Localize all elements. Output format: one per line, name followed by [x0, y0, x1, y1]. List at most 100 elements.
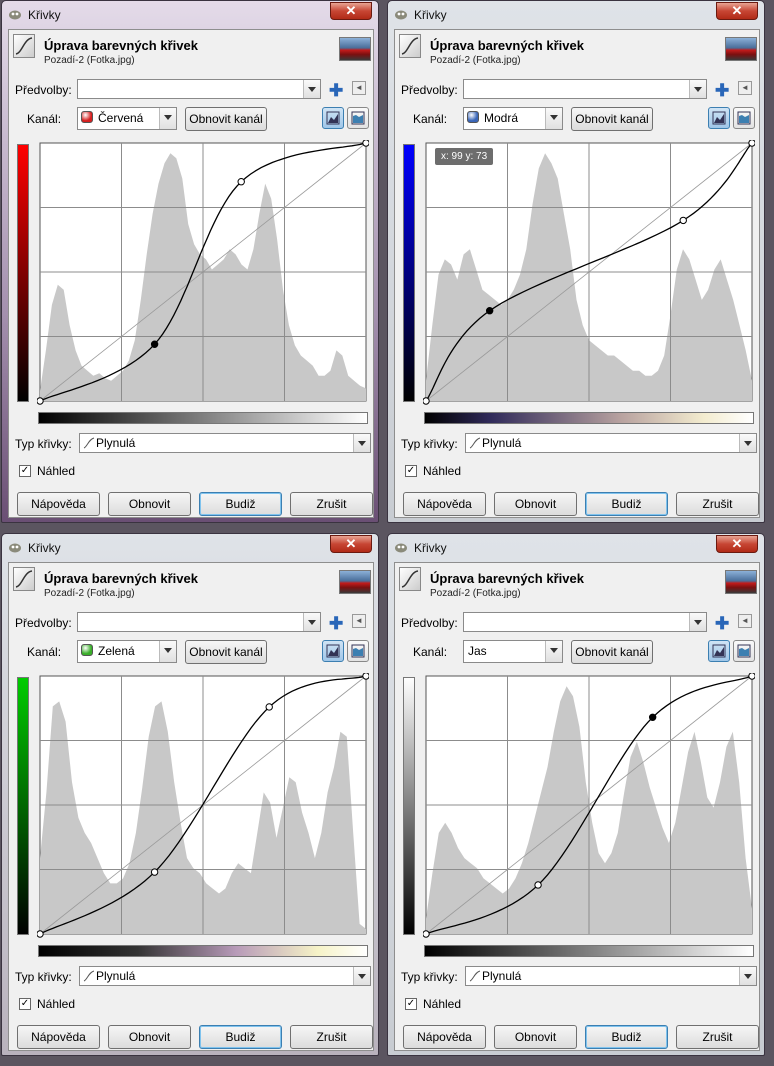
cancel-button[interactable]: Zrušit	[676, 492, 759, 516]
title-bar[interactable]: Křivky ✕	[2, 1, 378, 29]
curve-control-point[interactable]	[423, 397, 430, 405]
presets-combo[interactable]	[77, 79, 321, 99]
curves-window: Křivky ✕ Úprava barevných křivek Pozadí-…	[1, 0, 379, 523]
chevron-down-icon[interactable]	[689, 613, 706, 631]
curve-type-combo[interactable]: Plynulá	[79, 966, 371, 986]
reset-channel-button[interactable]: Obnovit kanál	[571, 107, 653, 131]
chevron-down-icon[interactable]	[303, 80, 320, 98]
channel-combo[interactable]: Červená	[77, 107, 177, 130]
help-button[interactable]: Nápověda	[17, 492, 100, 516]
curve-control-point[interactable]	[362, 140, 369, 147]
preview-checkbox[interactable]: ✓	[405, 998, 417, 1010]
curve-control-point[interactable]	[648, 713, 657, 721]
reset-channel-button[interactable]: Obnovit kanál	[571, 640, 653, 664]
help-button[interactable]: Nápověda	[403, 1025, 486, 1049]
log-histogram-toggle[interactable]	[347, 640, 369, 662]
preview-checkbox[interactable]: ✓	[405, 465, 417, 477]
chevron-down-icon[interactable]	[739, 434, 756, 452]
curve-control-point[interactable]	[362, 673, 369, 680]
chevron-down-icon[interactable]	[545, 108, 562, 129]
reset-button[interactable]: Obnovit	[108, 1025, 191, 1049]
curve-type-combo[interactable]: Plynulá	[465, 433, 757, 453]
title-bar[interactable]: Křivky ✕	[2, 534, 378, 562]
channel-combo[interactable]: Zelená	[77, 640, 177, 663]
cancel-button[interactable]: Zrušit	[290, 492, 373, 516]
linear-histogram-toggle[interactable]	[708, 640, 730, 662]
title-bar[interactable]: Křivky ✕	[388, 1, 764, 29]
curve-type-label: Typ křivky:	[15, 437, 72, 451]
add-preset-icon[interactable]: ✚	[715, 81, 729, 101]
chevron-down-icon[interactable]	[739, 967, 756, 985]
curve-control-point[interactable]	[265, 703, 273, 711]
ok-button[interactable]: Budiž	[585, 1025, 668, 1049]
input-gradient-bar	[38, 945, 368, 957]
linear-histogram-toggle[interactable]	[708, 107, 730, 129]
close-button[interactable]: ✕	[716, 535, 758, 553]
add-preset-icon[interactable]: ✚	[329, 81, 343, 101]
preset-menu-icon[interactable]: ◄	[352, 81, 366, 95]
chevron-down-icon[interactable]	[303, 613, 320, 631]
log-histogram-toggle[interactable]	[347, 107, 369, 129]
curve-control-point[interactable]	[150, 340, 159, 348]
reset-channel-button[interactable]: Obnovit kanál	[185, 107, 267, 131]
title-bar[interactable]: Křivky ✕	[388, 534, 764, 562]
curve-type-combo[interactable]: Plynulá	[79, 433, 371, 453]
curve-graph[interactable]	[37, 673, 369, 939]
curve-control-point[interactable]	[37, 397, 44, 405]
add-preset-icon[interactable]: ✚	[715, 614, 729, 634]
ok-button[interactable]: Budiž	[199, 1025, 282, 1049]
preview-checkbox[interactable]: ✓	[19, 465, 31, 477]
preview-checkbox[interactable]: ✓	[19, 998, 31, 1010]
preset-menu-icon[interactable]: ◄	[738, 81, 752, 95]
curve-control-point[interactable]	[748, 673, 755, 680]
window-title: Křivky	[28, 541, 61, 555]
reset-button[interactable]: Obnovit	[108, 492, 191, 516]
chevron-down-icon[interactable]	[353, 434, 370, 452]
presets-combo[interactable]	[463, 612, 707, 632]
help-button[interactable]: Nápověda	[403, 492, 486, 516]
curve-control-point[interactable]	[485, 307, 494, 315]
reset-button[interactable]: Obnovit	[494, 1025, 577, 1049]
cancel-button[interactable]: Zrušit	[290, 1025, 373, 1049]
reset-channel-button[interactable]: Obnovit kanál	[185, 640, 267, 664]
curve-type-combo[interactable]: Plynulá	[465, 966, 757, 986]
reset-button[interactable]: Obnovit	[494, 492, 577, 516]
presets-combo[interactable]	[463, 79, 707, 99]
add-preset-icon[interactable]: ✚	[329, 614, 343, 634]
preview-label: Náhled	[37, 464, 76, 478]
gimp-icon	[9, 543, 21, 553]
ok-button[interactable]: Budiž	[585, 492, 668, 516]
curve-control-point[interactable]	[679, 216, 687, 225]
close-button[interactable]: ✕	[330, 535, 372, 553]
curve-control-point[interactable]	[423, 930, 430, 938]
ok-button[interactable]: Budiž	[199, 492, 282, 516]
curve-control-point[interactable]	[150, 868, 159, 876]
curve-control-point[interactable]	[37, 930, 44, 938]
curve-control-point[interactable]	[534, 881, 542, 889]
preset-menu-icon[interactable]: ◄	[352, 614, 366, 628]
curve-graph[interactable]	[423, 140, 755, 406]
curve-control-point[interactable]	[237, 178, 245, 186]
curve-graph[interactable]	[423, 673, 755, 939]
smooth-curve-icon	[469, 970, 481, 982]
chevron-down-icon[interactable]	[159, 641, 176, 662]
chevron-down-icon[interactable]	[689, 80, 706, 98]
help-button[interactable]: Nápověda	[17, 1025, 100, 1049]
log-histogram-toggle[interactable]	[733, 107, 755, 129]
close-button[interactable]: ✕	[716, 2, 758, 20]
smooth-curve-icon	[83, 437, 95, 449]
linear-histogram-toggle[interactable]	[322, 640, 344, 662]
log-histogram-toggle[interactable]	[733, 640, 755, 662]
chevron-down-icon[interactable]	[159, 108, 176, 129]
close-button[interactable]: ✕	[330, 2, 372, 20]
curve-control-point[interactable]	[748, 140, 755, 147]
chevron-down-icon[interactable]	[353, 967, 370, 985]
chevron-down-icon[interactable]	[545, 641, 562, 662]
channel-combo[interactable]: Modrá	[463, 107, 563, 130]
cancel-button[interactable]: Zrušit	[676, 1025, 759, 1049]
curve-graph[interactable]	[37, 140, 369, 406]
linear-histogram-toggle[interactable]	[322, 107, 344, 129]
channel-combo[interactable]: Jas	[463, 640, 563, 663]
preset-menu-icon[interactable]: ◄	[738, 614, 752, 628]
presets-combo[interactable]	[77, 612, 321, 632]
